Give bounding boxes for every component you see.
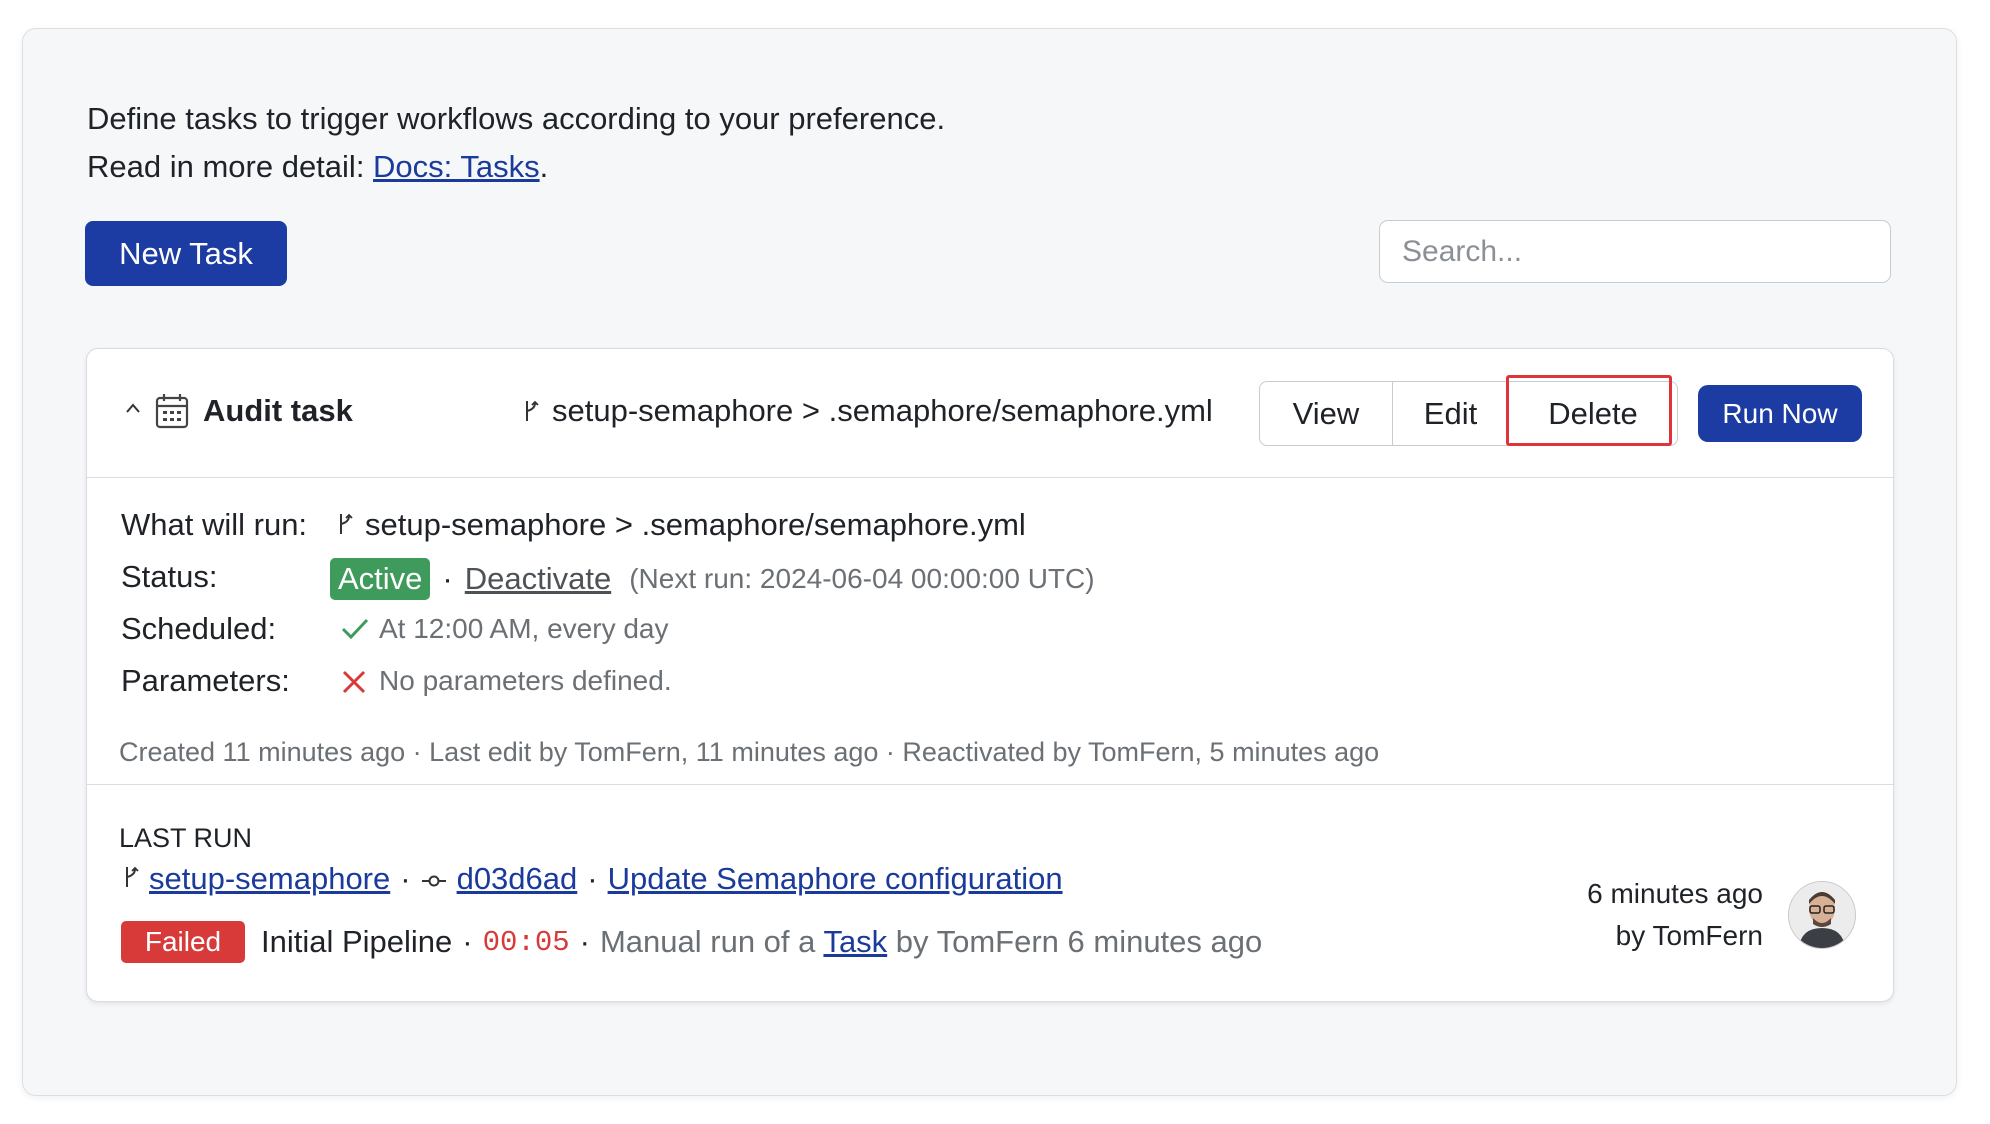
task-history: Created 11 minutes ago · Last edit by To… [119,737,1380,767]
intro-line-2: Read in more detail: Docs: Tasks. [87,143,945,191]
delete-button[interactable]: Delete [1509,382,1677,445]
task-link[interactable]: Task [823,924,887,959]
cross-icon [341,669,367,700]
scheduled-value: At 12:00 AM, every day [379,613,669,644]
intro-text: Define tasks to trigger workflows accord… [87,95,945,191]
task-target: setup-semaphore > .semaphore/semaphore.y… [552,393,1213,428]
scheduled-label: Scheduled: [121,611,277,646]
commit-link[interactable]: d03d6ad [457,861,578,897]
trigger-text: Manual run of a Task by TomFern 6 minute… [600,924,1262,960]
last-run-time: 6 minutes ago [1587,878,1763,909]
failed-status-badge: Failed [121,921,245,963]
search-input[interactable] [1379,220,1891,283]
run-duration: 00:05 [482,925,570,959]
what-will-run-value: setup-semaphore > .semaphore/semaphore.y… [365,507,1026,542]
view-button[interactable]: View [1260,382,1393,445]
task-card: Audit task setup-semaphore > .semaphore/… [86,348,1894,1002]
active-status-badge: Active [330,558,431,600]
what-will-run-label: What will run: [121,507,308,542]
last-run-status-row: Failed Initial Pipeline · 00:05 · Manual… [121,921,1262,963]
avatar[interactable] [1788,881,1856,949]
intro-line-1: Define tasks to trigger workflows accord… [87,101,946,136]
status-separator-1: · [462,924,473,959]
commit-message-link[interactable]: Update Semaphore configuration [608,861,1063,897]
branch-icon [123,861,139,897]
branch-icon [337,512,353,541]
status-label: Status: [121,559,218,594]
task-name[interactable]: Audit task [203,393,353,429]
calendar-icon [155,393,189,434]
next-run-text: (Next run: 2024-06-04 00:00:00 UTC) [629,563,1095,594]
status-row: Active · Deactivate (Next run: 2024-06-0… [330,558,1095,600]
status-separator-2: · [579,924,590,959]
trigger-suffix: by TomFern 6 minutes ago [887,924,1263,959]
check-icon [340,617,370,646]
run-now-button[interactable]: Run Now [1698,385,1862,442]
trigger-prefix: Manual run of a [599,924,824,959]
last-run-meta: 6 minutes ago by TomFern [1587,873,1763,957]
parameters-value: No parameters defined. [379,665,672,696]
new-task-button[interactable]: New Task [85,221,287,286]
ref-separator-2: · [587,861,598,896]
status-separator: · [442,561,453,596]
commit-icon [421,861,447,897]
parameters-label: Parameters: [121,663,290,698]
intro-suffix: . [539,149,549,184]
last-run-heading: LAST RUN [119,823,253,853]
ref-separator: · [400,861,411,896]
chevron-up-icon[interactable] [125,401,141,419]
branch-icon [523,399,539,428]
edit-button[interactable]: Edit [1393,382,1509,445]
pipeline-name[interactable]: Initial Pipeline [261,924,452,960]
last-run-user: by TomFern [1615,920,1763,951]
branch-link[interactable]: setup-semaphore [149,861,390,897]
deactivate-link[interactable]: Deactivate [465,561,611,597]
docs-tasks-link[interactable]: Docs: Tasks [373,149,540,184]
task-card-header: Audit task setup-semaphore > .semaphore/… [87,349,1893,478]
last-run-ref-row: setup-semaphore · d03d6ad · Update Semap… [123,861,1063,897]
section-divider [87,784,1893,785]
intro-prefix: Read in more detail: [87,149,374,184]
task-actions-group: View Edit Delete [1259,381,1678,446]
